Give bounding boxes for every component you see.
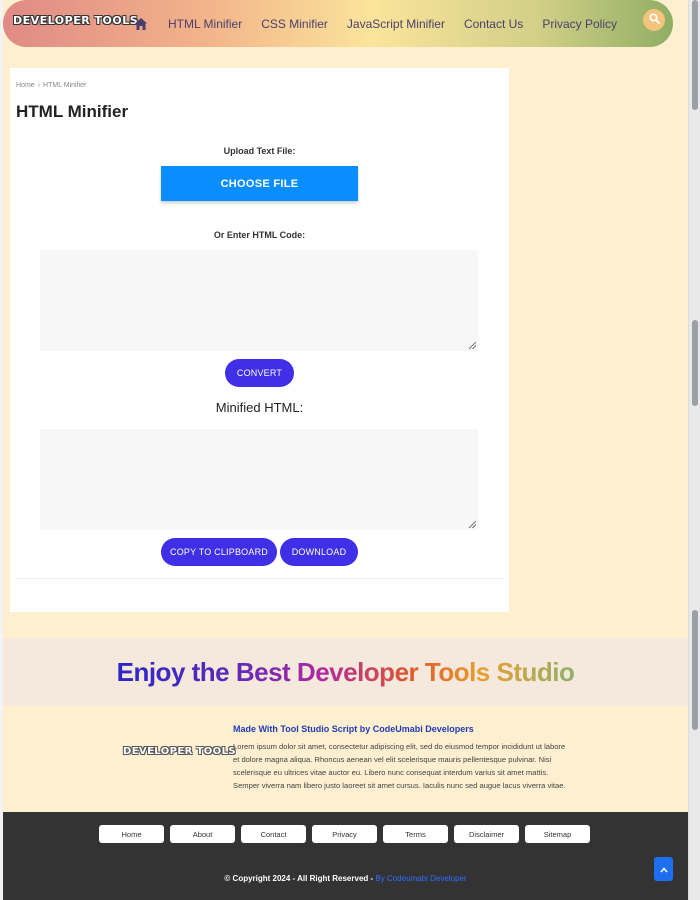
nav-css-minifier[interactable]: CSS Minifier — [261, 17, 328, 31]
scrollbar-thumb[interactable] — [692, 320, 698, 406]
breadcrumb-home[interactable]: Home — [16, 82, 35, 89]
site-logo[interactable]: DEVELOPER TOOLS — [13, 14, 138, 27]
nav-contact-us[interactable]: Contact Us — [464, 17, 523, 31]
tool-card: Home › HTML Minifier HTML Minifier Upload … — [10, 68, 509, 612]
promo-banner: Enjoy the Best Developer Tools Studio — [3, 638, 688, 706]
info-section: DEVELOPER TOOLS Made With Tool Studio Sc… — [3, 706, 688, 810]
footer-link-terms[interactable]: Terms — [383, 825, 448, 843]
scrollbar-thumb[interactable] — [692, 0, 698, 110]
site-footer: Home About Contact Privacy Terms Disclai… — [3, 812, 688, 900]
html-input-textarea[interactable] — [40, 250, 478, 351]
upload-label: Upload Text File: — [223, 146, 296, 156]
copyright-by-link[interactable]: By Codeumabi Developer — [375, 874, 466, 883]
nav-javascript-minifier[interactable]: JavaScript Minifier — [347, 17, 445, 31]
nav-html-minifier[interactable]: HTML Minifier — [168, 17, 242, 31]
download-button[interactable]: DOWNLOAD — [280, 538, 358, 566]
footer-link-contact[interactable]: Contact — [241, 825, 306, 843]
footer-logo: DEVELOPER TOOLS — [123, 746, 236, 757]
footer-link-privacy[interactable]: Privacy — [312, 825, 377, 843]
footer-link-disclaimer[interactable]: Disclaimer — [454, 825, 519, 843]
copyright-text: © Copyright 2024 - All Right Reserved - — [224, 874, 376, 883]
footer-link-home[interactable]: Home — [99, 825, 164, 843]
page: DEVELOPER TOOLS HTML Minifier CSS Minifi… — [3, 0, 688, 900]
convert-button[interactable]: CONVERT — [225, 359, 294, 387]
main-nav: HTML Minifier CSS Minifier JavaScript Mi… — [134, 0, 636, 47]
breadcrumb-separator: › — [37, 82, 41, 89]
page-scrollbar[interactable] — [688, 0, 700, 900]
footer-links: Home About Contact Privacy Terms Disclai… — [99, 825, 596, 843]
page-title: HTML Minifier — [16, 102, 129, 121]
info-heading: Made With Tool Studio Script by CodeUmab… — [233, 724, 474, 734]
enter-code-label: Or Enter HTML Code: — [213, 230, 306, 240]
home-icon[interactable] — [134, 17, 148, 31]
minified-title: Minified HTML: — [215, 400, 304, 415]
copy-to-clipboard-button[interactable]: COPY TO CLIPBOARD — [161, 538, 277, 566]
breadcrumb: Home › HTML Minifier — [16, 82, 86, 89]
choose-file-button[interactable]: CHOOSE FILE — [161, 166, 358, 201]
search-button[interactable] — [643, 9, 665, 31]
back-to-top-button[interactable] — [654, 857, 673, 881]
nav-privacy-policy[interactable]: Privacy Policy — [542, 17, 617, 31]
resize-handle-icon[interactable] — [469, 342, 476, 349]
promo-text: Enjoy the Best Developer Tools Studio — [116, 656, 575, 687]
footer-link-sitemap[interactable]: Sitemap — [525, 825, 590, 843]
resize-handle-icon[interactable] — [469, 521, 476, 528]
search-icon — [648, 11, 660, 29]
chevron-up-icon — [659, 860, 668, 878]
footer-link-about[interactable]: About — [170, 825, 235, 843]
divider — [16, 578, 503, 579]
copyright: © Copyright 2024 - All Right Reserved - … — [3, 874, 688, 883]
breadcrumb-current: HTML Minifier — [43, 82, 87, 89]
site-header: DEVELOPER TOOLS HTML Minifier CSS Minifi… — [3, 0, 673, 47]
html-output-textarea[interactable] — [40, 429, 478, 530]
scrollbar-thumb[interactable] — [692, 610, 698, 730]
info-body: Lorem ipsum dolor sit amet, consectetur … — [233, 742, 566, 790]
